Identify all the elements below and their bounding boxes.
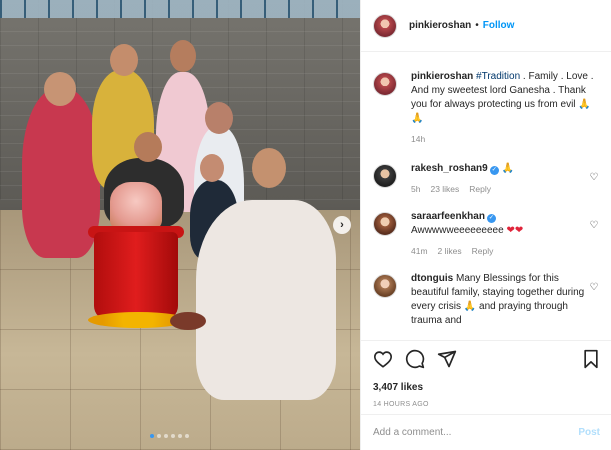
photo-person-head [134, 132, 162, 162]
comment-like-heart-icon[interactable]: ♡ [588, 172, 600, 183]
avatar[interactable] [373, 164, 397, 188]
comment-like-heart-icon[interactable]: ♡ [588, 220, 600, 231]
photo-person-head [44, 72, 76, 106]
comment-time[interactable]: 5h [411, 182, 420, 196]
carousel-dot [185, 434, 189, 438]
chevron-right-icon: › [340, 219, 344, 231]
heart-emoji: ❤❤ [506, 225, 524, 236]
list-item: rakesh_roshan9 ✓ 🙏 5h 23 likes Reply ♡ [373, 162, 600, 196]
avatar[interactable] [373, 13, 397, 38]
pray-emoji: 🙏 [501, 163, 514, 174]
caption-hashtag[interactable]: #Tradition [476, 71, 520, 82]
post-actions: 3,407 likes 14 HOURS AGO [361, 340, 611, 408]
post-detail-panel: pinkieroshan • Follow pinkieroshan #Trad… [360, 0, 611, 450]
carousel-dot [171, 434, 175, 438]
photo-person [196, 200, 336, 400]
comment-username[interactable]: saraarfeenkhan [411, 211, 485, 222]
carousel-dot [164, 434, 168, 438]
header-username[interactable]: pinkieroshan [409, 20, 471, 31]
verified-badge-icon: ✓ [489, 166, 499, 175]
post-header: pinkieroshan • Follow [361, 0, 611, 52]
comment-text: Awwwwweeeeeeeee [411, 225, 504, 236]
reply-button[interactable]: Reply [469, 182, 491, 196]
bookmark-icon[interactable] [582, 349, 600, 372]
photo-person-head [252, 148, 286, 188]
caption-time[interactable]: 14h [411, 132, 425, 146]
post-photo[interactable]: › [0, 0, 360, 450]
carousel-dot [150, 434, 154, 438]
carousel-dot [157, 434, 161, 438]
pray-emoji: 🙏 [463, 301, 477, 312]
comment-likes[interactable]: 23 likes [430, 182, 459, 196]
verified-badge-icon: ✓ [486, 214, 496, 223]
avatar[interactable] [373, 212, 397, 236]
likes-count[interactable]: 3,407 likes [373, 382, 600, 393]
photo-person-head [170, 40, 196, 72]
avatar[interactable] [373, 274, 397, 298]
post-timestamp[interactable]: 14 HOURS AGO [373, 401, 600, 408]
photo-person-head [200, 154, 224, 182]
photo-person-head [205, 102, 233, 134]
comment-input[interactable] [373, 427, 579, 438]
carousel-next-button[interactable]: › [333, 216, 351, 234]
comments-list[interactable]: pinkieroshan #Tradition . Family . Love … [361, 60, 611, 336]
list-item: saraarfeenkhan ✓ Awwwwweeeeeeeee ❤❤ 41m 2… [373, 210, 600, 258]
comment-username[interactable]: rakesh_roshan9 [411, 163, 488, 174]
photo-red-tub [94, 232, 178, 320]
heart-icon[interactable] [373, 350, 393, 371]
photo-roof [0, 0, 360, 18]
header-separator: • [475, 20, 479, 31]
comment-likes[interactable]: 2 likes [438, 244, 462, 258]
comment-username[interactable]: dtonguis [411, 273, 453, 284]
caption: pinkieroshan #Tradition . Family . Love … [373, 70, 600, 146]
comment-like-heart-icon[interactable]: ♡ [588, 282, 600, 293]
post-button[interactable]: Post [578, 427, 600, 438]
photo-puja-plate [170, 312, 206, 330]
carousel-dot [178, 434, 182, 438]
list-item: dtonguis Many Blessings for this beautif… [373, 272, 600, 328]
follow-button[interactable]: Follow [483, 20, 515, 31]
photo-person-head [110, 44, 138, 76]
add-comment-bar: Post [361, 414, 611, 450]
reply-button[interactable]: Reply [472, 244, 494, 258]
photo-ganesha-idol [110, 182, 162, 230]
carousel-indicator [150, 434, 189, 438]
comment-icon[interactable] [405, 349, 425, 372]
comment-time[interactable]: 41m [411, 244, 428, 258]
avatar[interactable] [373, 72, 397, 96]
caption-username[interactable]: pinkieroshan [411, 71, 473, 82]
share-icon[interactable] [437, 349, 457, 372]
